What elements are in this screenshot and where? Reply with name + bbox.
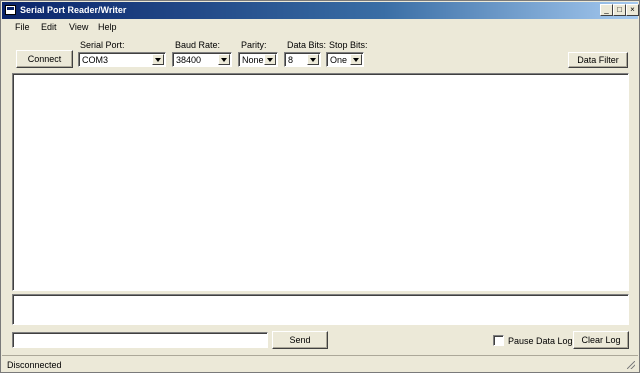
- pause-data-log-checkbox[interactable]: [493, 335, 504, 346]
- data-log-area[interactable]: [12, 73, 629, 291]
- baud-rate-value: 38400: [176, 55, 202, 65]
- serial-port-label: Serial Port:: [80, 40, 125, 50]
- send-button-label: Send: [289, 335, 311, 345]
- send-input[interactable]: [12, 332, 268, 348]
- parity-select[interactable]: None: [238, 52, 278, 67]
- baud-rate-select[interactable]: 38400: [172, 52, 232, 67]
- parity-value: None: [242, 55, 264, 65]
- chevron-down-icon[interactable]: [350, 54, 362, 65]
- connect-button-label: Connect: [27, 54, 62, 64]
- menu-help[interactable]: Help: [98, 22, 117, 32]
- chevron-down-icon[interactable]: [264, 54, 276, 65]
- data-bits-select[interactable]: 8: [284, 52, 321, 67]
- data-filter-button[interactable]: Data Filter: [568, 52, 628, 68]
- status-bar: Disconnected: [2, 355, 638, 372]
- stop-bits-label: Stop Bits:: [329, 40, 368, 50]
- baud-rate-label: Baud Rate:: [175, 40, 221, 50]
- chevron-down-icon[interactable]: [152, 54, 164, 65]
- maximize-button[interactable]: □: [613, 4, 626, 16]
- title-bar[interactable]: Serial Port Reader/Writer _ □ ×: [2, 2, 639, 19]
- connect-button[interactable]: Connect: [16, 50, 73, 68]
- minimize-button[interactable]: _: [600, 4, 613, 16]
- app-icon: [5, 5, 16, 15]
- parity-label: Parity:: [241, 40, 267, 50]
- stop-bits-select[interactable]: One: [326, 52, 364, 67]
- menu-file[interactable]: File: [15, 22, 30, 32]
- chevron-down-icon[interactable]: [218, 54, 230, 65]
- data-bits-label: Data Bits:: [287, 40, 327, 50]
- menu-edit[interactable]: Edit: [41, 22, 57, 32]
- window-title: Serial Port Reader/Writer: [20, 5, 127, 15]
- output-area[interactable]: [12, 294, 629, 325]
- clear-log-button-label: Clear Log: [581, 335, 621, 345]
- app-window: Serial Port Reader/Writer _ □ × File Edi…: [0, 0, 640, 373]
- connection-status: Disconnected: [7, 360, 62, 370]
- pause-data-log-label: Pause Data Log: [508, 336, 573, 346]
- resize-grip-icon[interactable]: [627, 361, 635, 369]
- data-bits-value: 8: [288, 55, 294, 65]
- menu-view[interactable]: View: [69, 22, 88, 32]
- menu-bar: File Edit View Help: [2, 19, 638, 35]
- serial-port-value: COM3: [82, 55, 109, 65]
- chevron-down-icon[interactable]: [307, 54, 319, 65]
- data-filter-button-label: Data Filter: [577, 55, 619, 65]
- stop-bits-value: One: [330, 55, 348, 65]
- send-button[interactable]: Send: [272, 331, 328, 349]
- close-button[interactable]: ×: [626, 4, 639, 16]
- clear-log-button[interactable]: Clear Log: [573, 331, 629, 349]
- serial-port-select[interactable]: COM3: [78, 52, 166, 67]
